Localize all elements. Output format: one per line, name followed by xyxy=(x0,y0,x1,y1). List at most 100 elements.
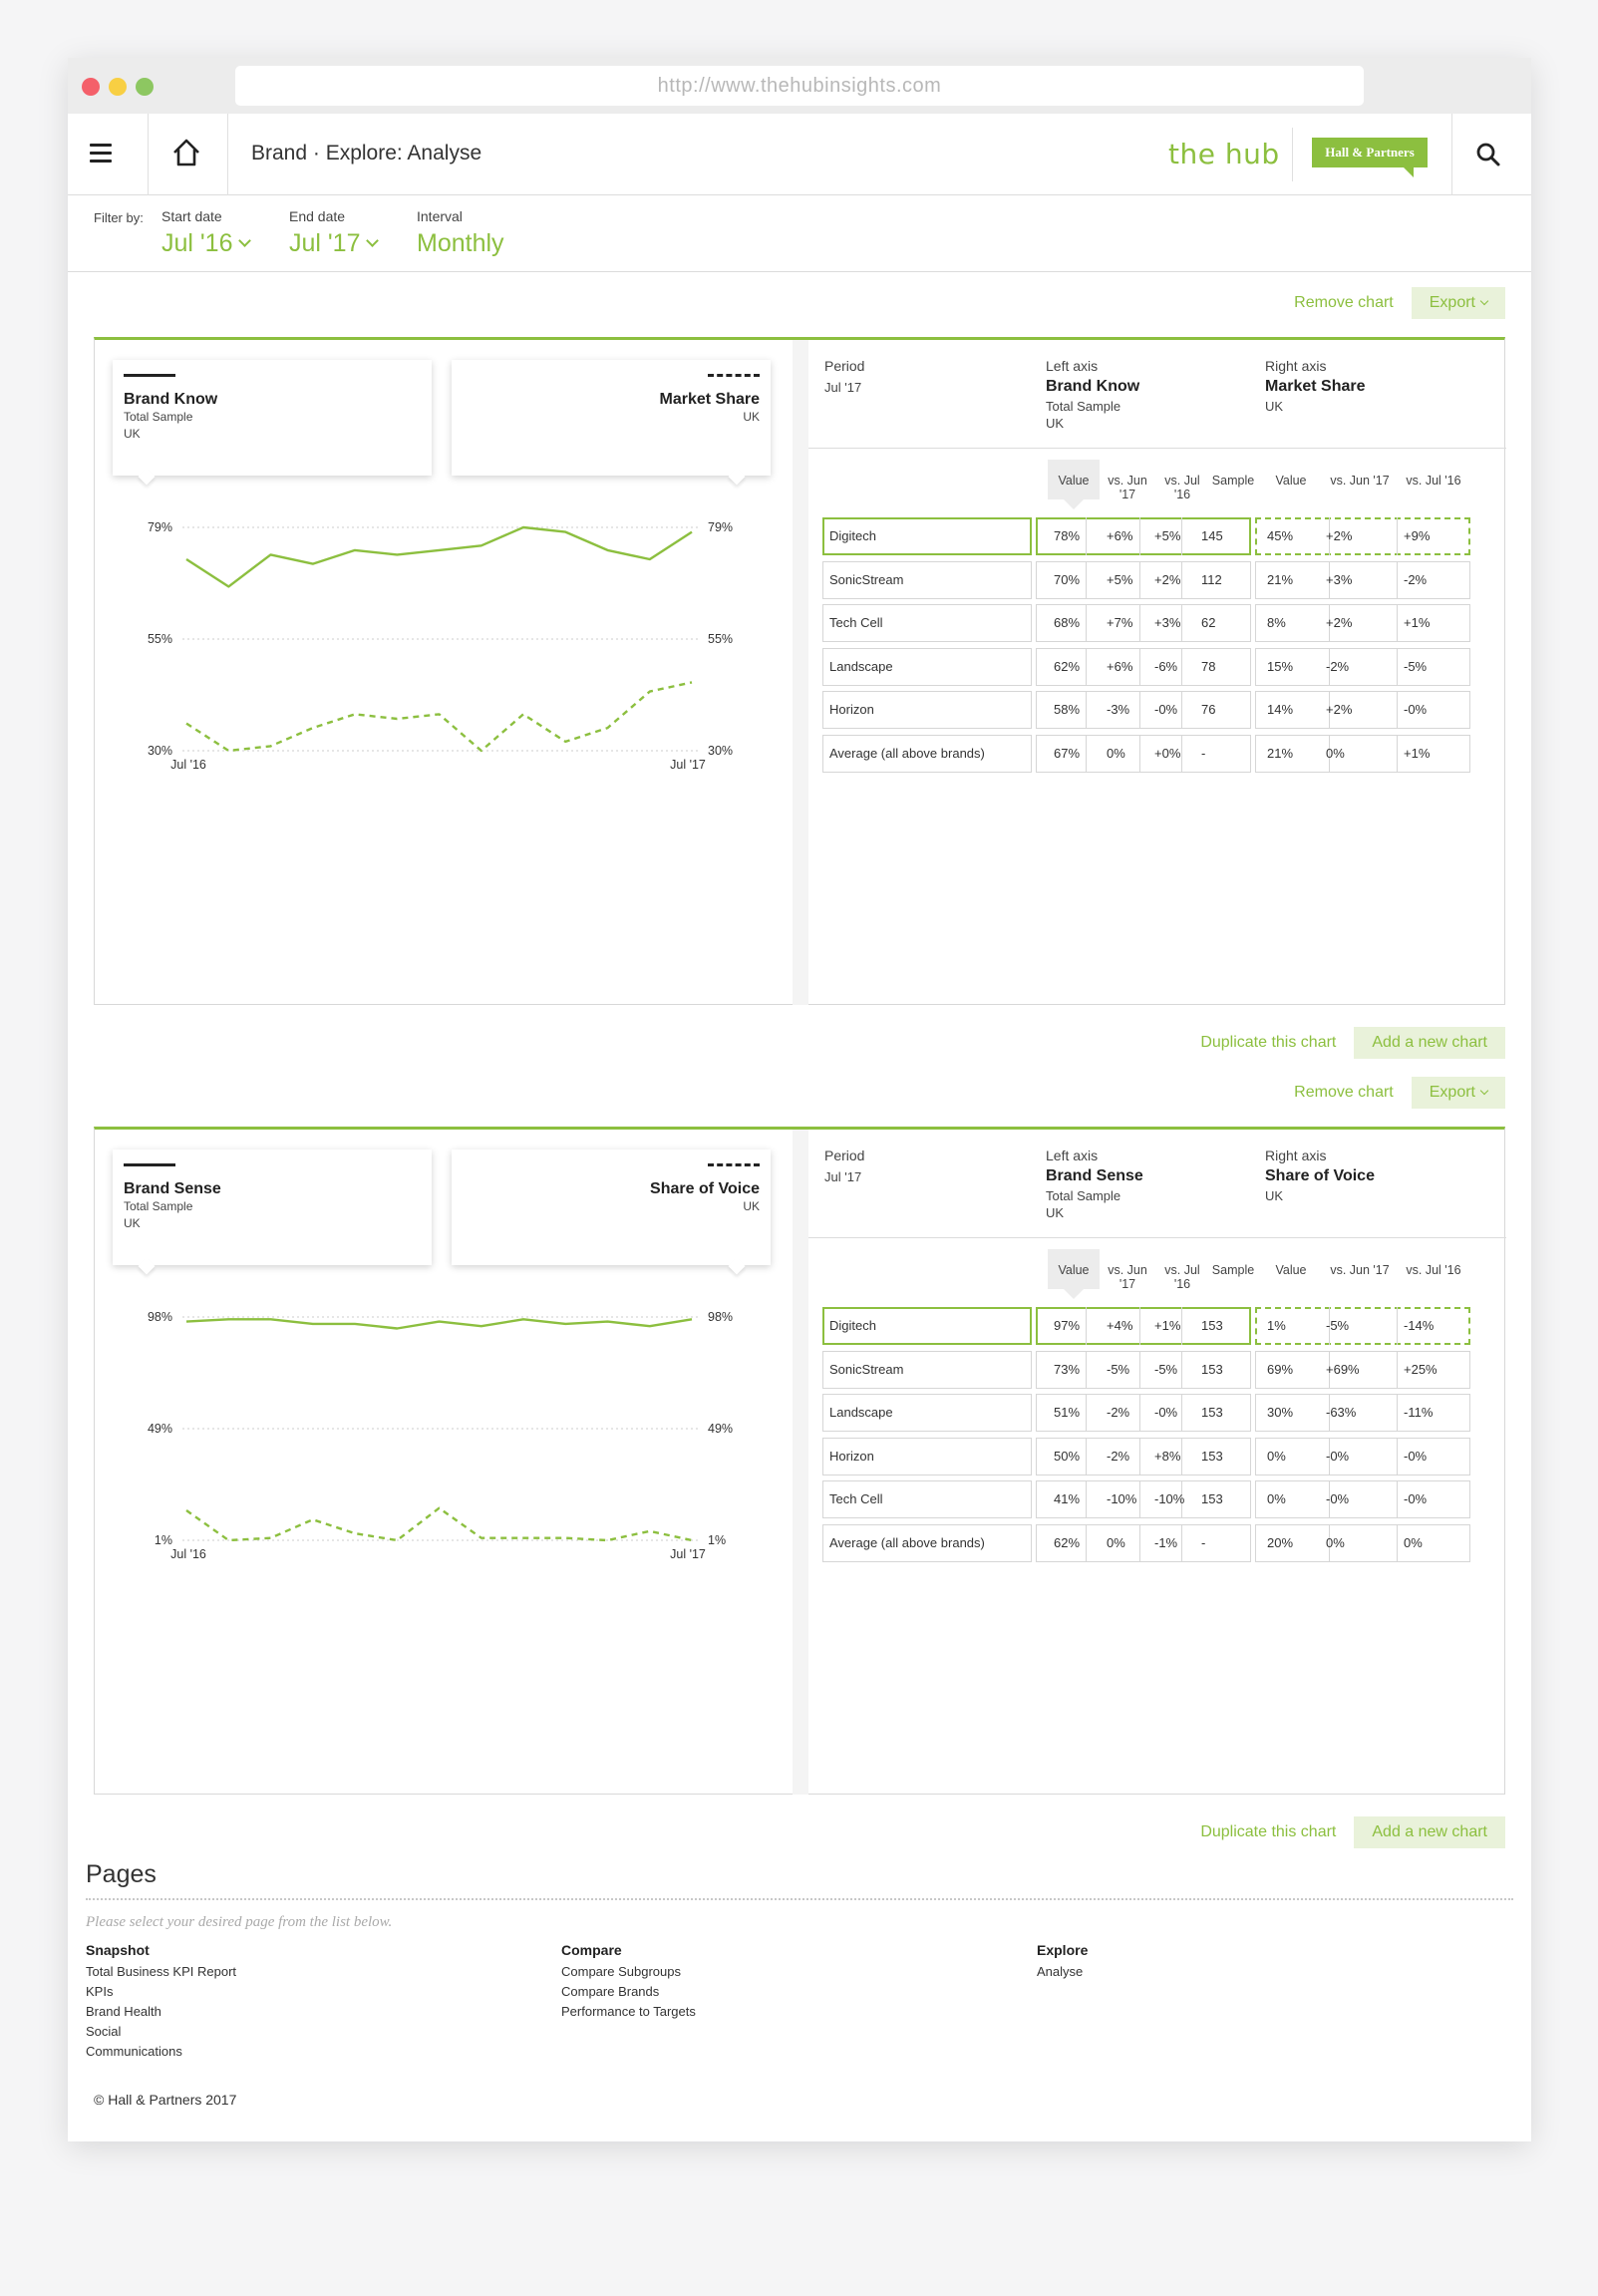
solid-line-legend xyxy=(124,1163,175,1166)
end-date-filter[interactable]: End date Jul '17 xyxy=(289,208,380,258)
column-header[interactable]: Sample xyxy=(1207,474,1259,488)
right-axis-tick: 30% xyxy=(708,744,733,758)
brand-name: Digitech xyxy=(829,528,876,543)
page-link[interactable]: Compare Brands xyxy=(561,1982,696,2002)
pages-column-heading: Explore xyxy=(1037,1942,1089,1958)
table-row[interactable]: Horizon 58% -3% -0% 76 14% +2% -0% xyxy=(822,691,1500,729)
column-header[interactable]: Value xyxy=(1048,1263,1100,1277)
export-button[interactable]: Export xyxy=(1411,287,1505,319)
table-cell: +2% xyxy=(1154,571,1181,587)
table-row[interactable]: Landscape 62% +6% -6% 78 15% -2% -5% xyxy=(822,647,1500,686)
left-series-card: Brand Sense Total Sample UK xyxy=(113,1149,432,1275)
column-header[interactable]: vs. Jun '17 xyxy=(1102,474,1153,501)
table-cell: -10% xyxy=(1154,1491,1185,1506)
start-date-value[interactable]: Jul '16 xyxy=(161,229,232,257)
pane-divider xyxy=(793,1130,808,1795)
table-cell: -2% xyxy=(1107,1448,1130,1464)
column-header[interactable]: vs. Jul '16 xyxy=(1157,1263,1207,1291)
table-cell: 78% xyxy=(1054,528,1081,543)
column-header[interactable]: vs. Jun '17 xyxy=(1323,1263,1397,1277)
interval-value[interactable]: Monthly xyxy=(417,229,504,257)
page-link[interactable]: Communications xyxy=(86,2042,236,2062)
url-bar[interactable]: http://www.thehubinsights.com xyxy=(235,66,1364,106)
add-chart-button[interactable]: Add a new chart xyxy=(1354,1816,1505,1848)
table-row[interactable]: Digitech 78% +6% +5% 145 45% +2% +9% xyxy=(822,517,1500,555)
start-date-filter[interactable]: Start date Jul '16 xyxy=(161,208,252,258)
chevron-down-icon xyxy=(1479,1086,1489,1096)
page-link[interactable]: Brand Health xyxy=(86,2002,236,2022)
table-cell: 153 xyxy=(1201,1448,1223,1464)
table-cell: 153 xyxy=(1201,1405,1223,1420)
interval-filter[interactable]: Interval Monthly xyxy=(417,208,504,258)
duplicate-chart-button[interactable]: Duplicate this chart xyxy=(1200,1823,1336,1841)
menu-icon[interactable] xyxy=(90,144,112,163)
table-cell: +25% xyxy=(1404,1361,1438,1377)
table-row[interactable]: SonicStream 73% -5% -5% 153 69% +69% +25% xyxy=(822,1350,1500,1389)
table-cell: 97% xyxy=(1054,1318,1081,1333)
left-series-region: UK xyxy=(124,427,141,441)
table-cell: 73% xyxy=(1054,1361,1081,1377)
table-cell: +2% xyxy=(1326,528,1353,543)
table-row[interactable]: SonicStream 70% +5% +2% 112 21% +3% -2% xyxy=(822,560,1500,599)
home-icon[interactable] xyxy=(171,138,201,167)
table-row[interactable]: Average (all above brands) 67% 0% +0% - 21% 0%… xyxy=(822,734,1500,773)
left-axis-sample: Total Sample xyxy=(1046,399,1121,414)
remove-chart-button[interactable]: Remove chart xyxy=(1294,294,1394,312)
table-cell: 70% xyxy=(1054,571,1081,587)
table-cell: -0% xyxy=(1404,1491,1428,1506)
table-cell: 145 xyxy=(1201,528,1223,543)
right-axis-label: Right axis xyxy=(1265,1148,1327,1163)
column-header[interactable]: vs. Jul '16 xyxy=(1157,474,1207,501)
table-cell: 0% xyxy=(1404,1534,1423,1550)
table-row[interactable]: Landscape 51% -2% -0% 153 30% -63% -11% xyxy=(822,1394,1500,1432)
column-header[interactable]: vs. Jul '16 xyxy=(1397,1263,1470,1277)
table-cell: -3% xyxy=(1107,702,1130,717)
column-header[interactable]: vs. Jul '16 xyxy=(1397,474,1470,488)
left-axis-label: Left axis xyxy=(1046,358,1099,374)
line-chart: 98% 98%49% 49%1% 1%Jul '16 Jul '17 xyxy=(148,1310,733,1561)
page-link[interactable]: Performance to Targets xyxy=(561,2002,696,2022)
column-header[interactable]: Value xyxy=(1048,474,1100,488)
table-row[interactable]: Tech Cell 41% -10% -10% 153 0% -0% -0% xyxy=(822,1480,1500,1518)
period-info: Period Jul '17 xyxy=(824,358,864,396)
minimize-window-button[interactable] xyxy=(109,78,127,96)
close-window-button[interactable] xyxy=(82,78,100,96)
table-row[interactable]: Average (all above brands) 62% 0% -1% - 20% 0%… xyxy=(822,1523,1500,1562)
app-header: Brand · Explore: Analyse the hub Hall & … xyxy=(68,114,1531,195)
add-chart-button[interactable]: Add a new chart xyxy=(1354,1027,1505,1059)
chevron-down-icon[interactable] xyxy=(366,234,380,247)
table-cell: 0% xyxy=(1267,1448,1286,1464)
duplicate-chart-button[interactable]: Duplicate this chart xyxy=(1200,1034,1336,1052)
column-header[interactable]: Sample xyxy=(1207,1263,1259,1277)
search-icon[interactable] xyxy=(1475,142,1501,167)
page-link[interactable]: KPIs xyxy=(86,1982,236,2002)
filter-by-label: Filter by: xyxy=(94,210,144,225)
chevron-down-icon[interactable] xyxy=(238,234,252,247)
table-cell: -0% xyxy=(1154,1405,1178,1420)
table-row[interactable]: Tech Cell 68% +7% +3% 62 8% +2% +1% xyxy=(822,604,1500,642)
table-cell: -1% xyxy=(1154,1534,1178,1550)
table-cell: 51% xyxy=(1054,1405,1081,1420)
right-axis-title: Share of Voice xyxy=(1265,1167,1375,1184)
page-link[interactable]: Analyse xyxy=(1037,1962,1088,1982)
export-button[interactable]: Export xyxy=(1411,1077,1505,1109)
dashed-line-legend xyxy=(708,374,760,377)
column-header[interactable]: Value xyxy=(1263,1263,1319,1277)
column-header[interactable]: Value xyxy=(1263,474,1319,488)
brand-name: Average (all above brands) xyxy=(829,745,985,761)
end-date-value[interactable]: Jul '17 xyxy=(289,229,360,257)
page-link[interactable]: Total Business KPI Report xyxy=(86,1962,236,1982)
table-cell: +6% xyxy=(1107,658,1133,674)
table-row[interactable]: Digitech 97% +4% +1% 153 1% -5% -14% xyxy=(822,1307,1500,1345)
column-header[interactable]: vs. Jun '17 xyxy=(1323,474,1397,488)
right-series-region: UK xyxy=(743,410,760,424)
right-axis-region: UK xyxy=(1265,1188,1284,1203)
maximize-window-button[interactable] xyxy=(136,78,154,96)
table-cell: -5% xyxy=(1404,658,1428,674)
table-cell: 153 xyxy=(1201,1318,1223,1333)
page-link[interactable]: Compare Subgroups xyxy=(561,1962,696,1982)
page-link[interactable]: Social xyxy=(86,2022,236,2042)
column-header[interactable]: vs. Jun '17 xyxy=(1102,1263,1153,1291)
table-row[interactable]: Horizon 50% -2% +8% 153 0% -0% -0% xyxy=(822,1437,1500,1476)
remove-chart-button[interactable]: Remove chart xyxy=(1294,1084,1394,1102)
